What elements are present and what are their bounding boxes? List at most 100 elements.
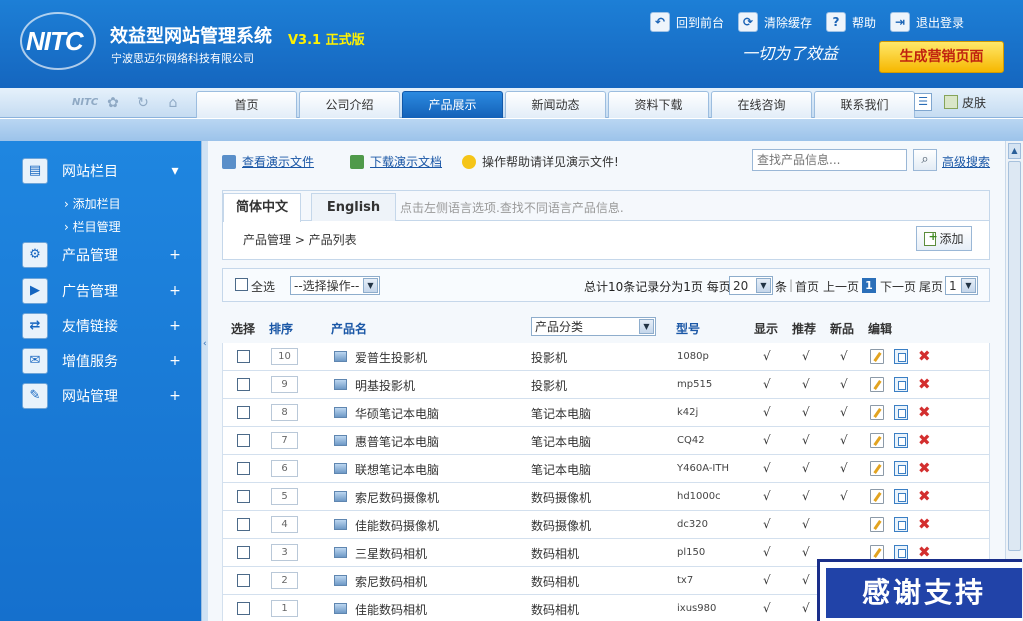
order-input[interactable]: 4 [271,516,298,533]
back-to-front-link[interactable]: ↶ 回到前台 [650,12,724,32]
sidebar-item-services[interactable]: ✉ 增值服务 + [22,348,182,374]
show-flag[interactable]: √ [763,517,771,531]
scroll-thumb[interactable] [1008,161,1021,551]
row-checkbox[interactable] [237,350,250,363]
row-checkbox[interactable] [237,406,250,419]
copy-icon[interactable] [894,545,908,560]
sidebar-item-links[interactable]: ⇄ 友情链接 + [22,313,182,339]
generate-marketing-page-button[interactable]: 生成营销页面 [879,41,1004,73]
edit-icon[interactable] [870,377,884,392]
recommend-flag[interactable]: √ [802,405,810,419]
order-input[interactable]: 10 [271,348,298,365]
order-input[interactable]: 1 [271,600,298,617]
pager-prev[interactable]: 上一页 [823,278,859,295]
per-page-select[interactable]: 20 ▼ [729,276,773,295]
logout-link[interactable]: ⇥ 退出登录 [890,12,964,32]
advanced-search-link[interactable]: 高级搜索 [942,153,990,170]
order-input[interactable]: 9 [271,376,298,393]
recommend-flag[interactable]: √ [802,489,810,503]
show-flag[interactable]: √ [763,405,771,419]
sidebar-collapse-handle[interactable]: ‹ [201,141,208,621]
row-checkbox[interactable] [237,546,250,559]
delete-icon[interactable]: ✖ [918,431,931,449]
order-input[interactable]: 5 [271,488,298,505]
scrollbar[interactable]: ▲ [1005,141,1023,621]
show-flag[interactable]: √ [763,601,771,615]
row-checkbox[interactable] [237,462,250,475]
gear-icon[interactable]: ✿ [102,92,124,114]
row-checkbox[interactable] [237,574,250,587]
copy-icon[interactable] [894,405,908,420]
show-flag[interactable]: √ [763,545,771,559]
tab-company[interactable]: 公司介绍 [299,91,400,118]
tab-lang-english[interactable]: English [311,193,396,221]
product-search-input[interactable] [752,149,907,171]
skin-button[interactable]: 皮肤 [944,94,986,111]
row-checkbox[interactable] [237,434,250,447]
search-icon[interactable]: ⌕ [913,149,937,171]
home-icon[interactable]: ⌂ [162,92,184,114]
delete-icon[interactable]: ✖ [918,403,931,421]
recommend-flag[interactable]: √ [802,517,810,531]
show-flag[interactable]: √ [763,433,771,447]
copy-icon[interactable] [894,377,908,392]
order-input[interactable]: 8 [271,404,298,421]
copy-icon[interactable] [894,461,908,476]
row-checkbox[interactable] [237,518,250,531]
help-link[interactable]: ? 帮助 [826,12,876,32]
select-all-checkbox[interactable] [235,278,248,291]
tab-news[interactable]: 新闻动态 [505,91,606,118]
show-flag[interactable]: √ [763,573,771,587]
edit-icon[interactable] [870,405,884,420]
new-flag[interactable]: √ [840,405,848,419]
recommend-flag[interactable]: √ [802,573,810,587]
row-checkbox[interactable] [237,602,250,615]
new-flag[interactable]: √ [840,377,848,391]
order-input[interactable]: 3 [271,544,298,561]
recommend-flag[interactable]: √ [802,601,810,615]
recommend-flag[interactable]: √ [802,545,810,559]
sidebar-item-products[interactable]: ⚙ 产品管理 + [22,242,182,268]
row-checkbox[interactable] [237,378,250,391]
order-input[interactable]: 6 [271,460,298,477]
recommend-flag[interactable]: √ [802,377,810,391]
recommend-flag[interactable]: √ [802,349,810,363]
recommend-flag[interactable]: √ [802,433,810,447]
delete-icon[interactable]: ✖ [918,515,931,533]
page-select[interactable]: 1 ▼ [945,276,978,295]
delete-icon[interactable]: ✖ [918,487,931,505]
edit-icon[interactable] [870,349,884,364]
header-name[interactable]: 产品名 [331,320,367,337]
sidebar-item-columns[interactable]: ▤ 网站栏目 ▾ [22,158,182,184]
tab-downloads[interactable]: 资料下载 [608,91,709,118]
copy-icon[interactable] [894,433,908,448]
add-product-button[interactable]: 添加 [916,226,972,251]
view-demo-link[interactable]: 查看演示文件 [222,153,314,170]
order-input[interactable]: 2 [271,572,298,589]
batch-action-select[interactable]: --选择操作-- ▼ [290,276,380,295]
recommend-flag[interactable]: √ [802,461,810,475]
order-input[interactable]: 7 [271,432,298,449]
sidebar-item-site[interactable]: ✎ 网站管理 + [22,383,182,409]
pager-next[interactable]: 下一页 [880,278,916,295]
menu-list-icon[interactable]: ☰ [914,93,932,111]
pager-current[interactable]: 1 [862,278,876,293]
edit-icon[interactable] [870,489,884,504]
pager-first[interactable]: 首页 [795,278,819,295]
sidebar-sub-manage-columns[interactable]: › 栏目管理 [64,218,121,235]
header-order[interactable]: 排序 [269,320,293,337]
show-flag[interactable]: √ [763,461,771,475]
copy-icon[interactable] [894,489,908,504]
pager-last[interactable]: 尾页 [919,278,943,295]
show-flag[interactable]: √ [763,377,771,391]
refresh-icon[interactable]: ↻ [132,92,154,114]
sidebar-sub-add-column[interactable]: › 添加栏目 [64,195,121,212]
delete-icon[interactable]: ✖ [918,459,931,477]
edit-icon[interactable] [870,461,884,476]
edit-icon[interactable] [870,433,884,448]
download-demo-link[interactable]: 下载演示文档 [350,153,442,170]
show-flag[interactable]: √ [763,489,771,503]
tab-products[interactable]: 产品展示 [402,91,503,118]
sidebar-item-ads[interactable]: ▶ 广告管理 + [22,278,182,304]
delete-icon[interactable]: ✖ [918,375,931,393]
